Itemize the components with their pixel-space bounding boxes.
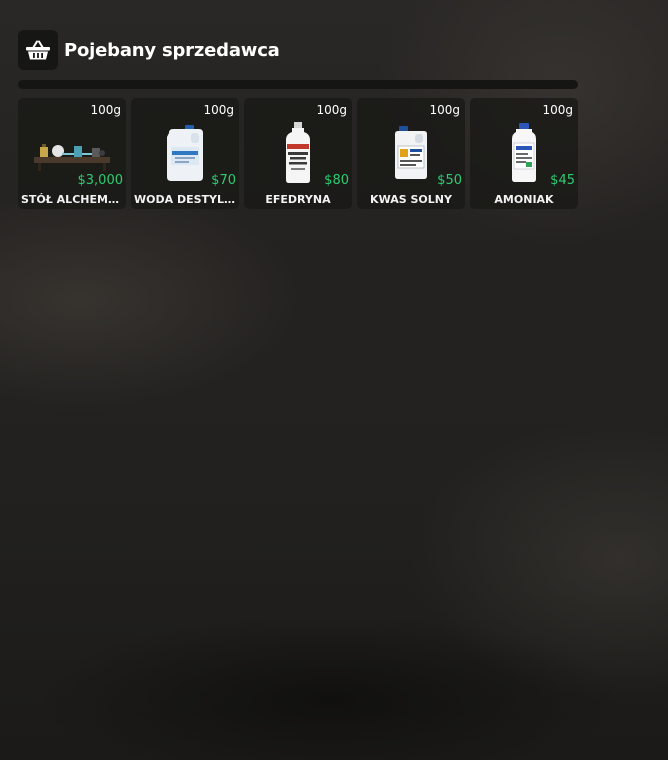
item-weight: 100g [316,103,347,117]
shop-header: Pojebany sprzedawca [18,30,280,70]
item-name: AMONIAK [494,193,554,206]
item-card-ammonia[interactable]: 100g $45 AMONIAK [470,98,578,209]
item-weight: 100g [203,103,234,117]
item-price: $50 [437,173,462,188]
progress-bar [18,80,578,89]
item-price: $3,000 [77,173,124,188]
item-name: KWAS SOLNY [370,193,452,206]
item-price: $70 [211,173,236,188]
item-card-distilled-water[interactable]: 100g $70 WODA DESTYL... [131,98,239,209]
basket-icon [18,30,58,70]
item-name: WODA DESTYL... [134,193,236,206]
item-name: EFEDRYNA [265,193,331,206]
item-name: STÓŁ ALCHEMI... [21,193,123,206]
item-price: $45 [550,173,575,188]
item-card-alchemy-table[interactable]: 100g $3,000 STÓŁ ALCHEMI... [18,98,126,209]
item-weight: 100g [90,103,121,117]
page-title: Pojebany sprzedawca [64,39,280,61]
item-card-ephedrine[interactable]: 100g $80 EFEDRYNA [244,98,352,209]
item-weight: 100g [542,103,573,117]
item-list: 100g $3,000 STÓŁ ALCHEMI... 100g $70 WOD… [18,98,578,209]
item-card-hydrochloric-acid[interactable]: 100g $50 KWAS SOLNY [357,98,465,209]
item-price: $80 [324,173,349,188]
item-weight: 100g [429,103,460,117]
